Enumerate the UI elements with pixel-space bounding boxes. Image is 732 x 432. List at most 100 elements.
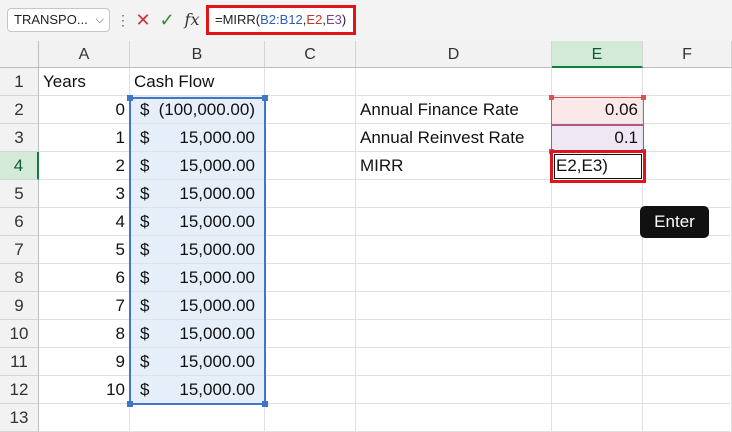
grid-cell[interactable] — [265, 96, 356, 124]
column-header-a[interactable]: A — [39, 41, 130, 68]
grid-cell[interactable] — [265, 208, 356, 236]
grid-cell[interactable] — [643, 404, 732, 432]
grid-cell[interactable] — [552, 320, 643, 348]
grid-cell[interactable] — [552, 264, 643, 292]
row-header[interactable]: 9 — [0, 292, 39, 320]
label-reinvest-rate[interactable]: Annual Reinvest Rate — [356, 124, 552, 152]
grid-cell[interactable] — [552, 236, 643, 264]
formula-ref-reinvest-rate: E3 — [325, 12, 342, 27]
grid-cell[interactable] — [643, 236, 732, 264]
grid-cell[interactable] — [552, 180, 643, 208]
grid-cell[interactable] — [356, 320, 552, 348]
grid-cell[interactable] — [356, 264, 552, 292]
row-header[interactable]: 1 — [0, 68, 39, 96]
grid-cell[interactable] — [643, 152, 732, 180]
grid-cell[interactable] — [552, 376, 643, 404]
grid-cell[interactable] — [643, 180, 732, 208]
column-header-e[interactable]: E — [552, 41, 643, 68]
year-cell[interactable]: 6 — [39, 264, 130, 292]
column-header-d[interactable]: D — [356, 41, 552, 68]
grid-cell[interactable] — [356, 236, 552, 264]
row-header[interactable]: 4 — [0, 152, 39, 180]
column-header-b[interactable]: B — [130, 41, 265, 68]
range-highlight-cashflows — [127, 95, 268, 407]
grid-cell[interactable] — [552, 404, 643, 432]
row-header[interactable]: 13 — [0, 404, 39, 432]
grid-cell[interactable] — [130, 404, 265, 432]
year-cell[interactable]: 8 — [39, 320, 130, 348]
label-mirr[interactable]: MIRR — [356, 152, 552, 180]
grid-cell[interactable] — [39, 404, 130, 432]
keypress-tooltip: Enter — [640, 206, 709, 238]
grid-cell[interactable] — [643, 68, 732, 96]
row-header[interactable]: 2 — [0, 96, 39, 124]
formula-prefix: =MIRR( — [215, 12, 261, 27]
insert-function-icon[interactable]: fx — [180, 8, 204, 32]
year-cell[interactable]: 10 — [39, 376, 130, 404]
row-header[interactable]: 5 — [0, 180, 39, 208]
row-header[interactable]: 3 — [0, 124, 39, 152]
name-box[interactable]: TRANSPO... ⌵ — [7, 8, 110, 32]
more-options-icon[interactable]: ⋮ — [116, 9, 130, 31]
active-cell-editor[interactable]: E2,E3) — [550, 150, 646, 183]
year-cell[interactable]: 3 — [39, 180, 130, 208]
enter-icon[interactable]: ✓ — [156, 8, 178, 32]
column-header-c[interactable]: C — [265, 41, 356, 68]
grid-cell[interactable] — [265, 320, 356, 348]
select-all-corner[interactable] — [0, 41, 39, 68]
label-finance-rate[interactable]: Annual Finance Rate — [356, 96, 552, 124]
grid-cell[interactable] — [356, 404, 552, 432]
grid-cell[interactable] — [643, 376, 732, 404]
row-header[interactable]: 12 — [0, 376, 39, 404]
row-header[interactable]: 6 — [0, 208, 39, 236]
cancel-icon[interactable]: ✕ — [132, 8, 154, 32]
year-cell[interactable]: 5 — [39, 236, 130, 264]
formula-ref-finance-rate: E2 — [306, 12, 323, 27]
formula-ref-cashflows: B2:B12 — [260, 12, 303, 27]
grid-cell[interactable] — [265, 264, 356, 292]
grid-cell[interactable] — [552, 348, 643, 376]
range-highlight-finance-rate — [549, 95, 646, 125]
grid-cell[interactable] — [356, 208, 552, 236]
year-cell[interactable]: 0 — [39, 96, 130, 124]
chevron-down-icon[interactable]: ⌵ — [96, 9, 104, 31]
header-cash-flow[interactable]: Cash Flow — [130, 68, 265, 96]
grid-cell[interactable] — [643, 96, 732, 124]
grid-cell[interactable] — [356, 376, 552, 404]
year-cell[interactable]: 1 — [39, 124, 130, 152]
grid-cell[interactable] — [643, 264, 732, 292]
row-header[interactable]: 10 — [0, 320, 39, 348]
grid-cell[interactable] — [265, 124, 356, 152]
column-header-f[interactable]: F — [643, 41, 732, 68]
grid-cell[interactable] — [265, 152, 356, 180]
grid-cell[interactable] — [356, 68, 552, 96]
grid-cell[interactable] — [356, 292, 552, 320]
grid-cell[interactable] — [356, 180, 552, 208]
grid-cell[interactable] — [265, 404, 356, 432]
row-header[interactable]: 11 — [0, 348, 39, 376]
formula-input[interactable]: =MIRR(B2:B12,E2,E3) — [206, 5, 356, 35]
grid-cell[interactable] — [643, 320, 732, 348]
year-cell[interactable]: 7 — [39, 292, 130, 320]
grid-cell[interactable] — [552, 68, 643, 96]
grid-cell[interactable] — [265, 292, 356, 320]
year-cell[interactable]: 9 — [39, 348, 130, 376]
row-header[interactable]: 7 — [0, 236, 39, 264]
grid-cell[interactable] — [265, 348, 356, 376]
grid-cell[interactable] — [552, 292, 643, 320]
header-years[interactable]: Years — [39, 68, 130, 96]
grid-cell[interactable] — [643, 124, 732, 152]
formula-bar: TRANSPO... ⌵ ⋮ ✕ ✓ fx =MIRR(B2:B12,E2,E3… — [0, 0, 732, 41]
grid-cell[interactable] — [552, 208, 643, 236]
name-box-value: TRANSPO... — [14, 12, 88, 27]
grid-cell[interactable] — [265, 236, 356, 264]
grid-cell[interactable] — [356, 348, 552, 376]
year-cell[interactable]: 2 — [39, 152, 130, 180]
grid-cell[interactable] — [265, 376, 356, 404]
row-header[interactable]: 8 — [0, 264, 39, 292]
grid-cell[interactable] — [265, 68, 356, 96]
grid-cell[interactable] — [643, 348, 732, 376]
grid-cell[interactable] — [265, 180, 356, 208]
year-cell[interactable]: 4 — [39, 208, 130, 236]
grid-cell[interactable] — [643, 292, 732, 320]
